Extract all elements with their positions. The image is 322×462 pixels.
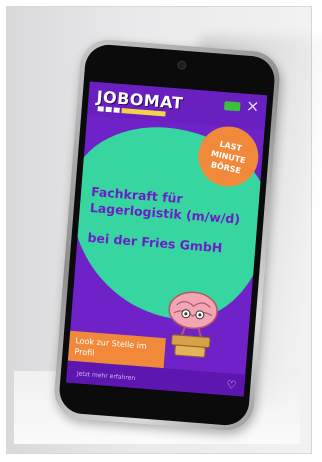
bottom-link[interactable]: Jetzt mehr erfahren [77,370,136,382]
badge-text: LAST MINUTE BÖRSE [210,139,247,175]
phone-glass: JOBOMAT × LAST MINUTE BÖRSE Fachkraft fü… [57,43,277,427]
status-flag-icon [223,101,241,112]
app-screen: JOBOMAT × LAST MINUTE BÖRSE Fachkraft fü… [66,81,268,397]
brain-mascot-icon [168,291,218,358]
smartphone: JOBOMAT × LAST MINUTE BÖRSE Fachkraft fü… [52,37,282,433]
close-icon[interactable]: × [245,96,260,116]
front-camera-icon [177,60,187,70]
image-frame: JOBOMAT × LAST MINUTE BÖRSE Fachkraft fü… [6,6,322,454]
heart-icon[interactable]: ♡ [226,378,237,392]
app-header: JOBOMAT × [87,81,268,130]
